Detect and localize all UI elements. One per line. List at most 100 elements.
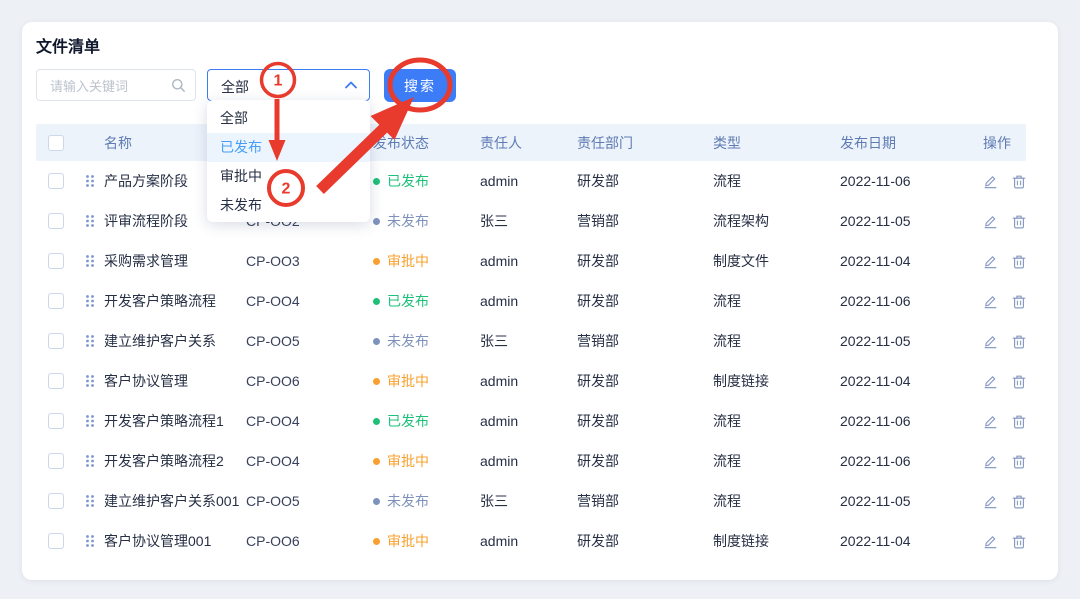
doc-date: 2022-11-04: [840, 253, 983, 269]
doc-code: CP-OO4: [246, 293, 373, 309]
status-badge: 审批中: [373, 531, 480, 551]
select-all-checkbox[interactable]: [48, 135, 64, 151]
search-input[interactable]: [48, 70, 172, 102]
drag-handle-icon[interactable]: [85, 214, 95, 228]
edit-icon[interactable]: [983, 214, 998, 229]
drag-handle-icon[interactable]: [85, 494, 95, 508]
drag-handle-icon[interactable]: [85, 534, 95, 548]
row-checkbox[interactable]: [48, 213, 64, 229]
doc-person: admin: [480, 413, 577, 429]
doc-name: 开发客户策略流程2: [104, 451, 246, 471]
row-checkbox[interactable]: [48, 253, 64, 269]
doc-name: 客户协议管理001: [104, 531, 246, 551]
edit-icon[interactable]: [983, 174, 998, 189]
row-checkbox[interactable]: [48, 293, 64, 309]
doc-person: admin: [480, 173, 577, 189]
row-checkbox[interactable]: [48, 533, 64, 549]
row-checkbox[interactable]: [48, 493, 64, 509]
drag-handle-icon[interactable]: [85, 294, 95, 308]
doc-date: 2022-11-04: [840, 533, 983, 549]
doc-type: 流程: [713, 451, 840, 471]
delete-icon[interactable]: [1012, 334, 1026, 349]
table-header: 名称 发布状态 责任人 责任部门 类型 发布日期 操作: [36, 124, 1026, 161]
doc-person: admin: [480, 253, 577, 269]
status-label: 已发布: [387, 411, 429, 431]
chevron-up-icon: [345, 81, 357, 89]
status-badge: 已发布: [373, 291, 480, 311]
table-body: 产品方案阶段 已发布 admin 研发部 流程 2022-11-06: [36, 161, 1026, 561]
delete-icon[interactable]: [1012, 534, 1026, 549]
drag-handle-icon[interactable]: [85, 374, 95, 388]
doc-dept: 研发部: [577, 291, 713, 311]
dropdown-option-approving[interactable]: 审批中: [207, 162, 370, 191]
delete-icon[interactable]: [1012, 374, 1026, 389]
status-dot-icon: [373, 178, 380, 185]
status-badge: 未发布: [373, 331, 480, 351]
status-filter-select[interactable]: 全部: [207, 69, 370, 101]
drag-handle-icon[interactable]: [85, 414, 95, 428]
edit-icon[interactable]: [983, 454, 998, 469]
status-badge: 审批中: [373, 371, 480, 391]
doc-person: 张三: [480, 331, 577, 351]
doc-name: 客户协议管理: [104, 371, 246, 391]
delete-icon[interactable]: [1012, 174, 1026, 189]
header-ops: 操作: [983, 133, 1026, 153]
doc-person: admin: [480, 373, 577, 389]
doc-type: 流程: [713, 491, 840, 511]
dropdown-option-all[interactable]: 全部: [207, 104, 370, 133]
status-label: 未发布: [387, 491, 429, 511]
doc-dept: 研发部: [577, 411, 713, 431]
drag-handle-icon[interactable]: [85, 454, 95, 468]
row-checkbox[interactable]: [48, 173, 64, 189]
doc-date: 2022-11-06: [840, 413, 983, 429]
status-dot-icon: [373, 538, 380, 545]
delete-icon[interactable]: [1012, 414, 1026, 429]
row-checkbox[interactable]: [48, 333, 64, 349]
doc-code: CP-OO6: [246, 373, 373, 389]
doc-dept: 营销部: [577, 491, 713, 511]
doc-type: 流程: [713, 171, 840, 191]
search-button[interactable]: 搜索: [384, 69, 456, 102]
drag-handle-icon[interactable]: [85, 254, 95, 268]
doc-type: 制度文件: [713, 251, 840, 271]
status-dot-icon: [373, 298, 380, 305]
header-dept: 责任部门: [577, 133, 713, 153]
delete-icon[interactable]: [1012, 294, 1026, 309]
header-type: 类型: [713, 133, 840, 153]
row-checkbox[interactable]: [48, 453, 64, 469]
page-title: 文件清单: [36, 33, 100, 57]
delete-icon[interactable]: [1012, 494, 1026, 509]
table-row: 建立维护客户关系 CP-OO5 未发布 张三 营销部 流程 2022-11-05: [36, 321, 1026, 361]
row-checkbox[interactable]: [48, 413, 64, 429]
status-label: 已发布: [387, 291, 429, 311]
row-checkbox[interactable]: [48, 373, 64, 389]
edit-icon[interactable]: [983, 334, 998, 349]
status-dot-icon: [373, 218, 380, 225]
status-label: 审批中: [387, 251, 429, 271]
edit-icon[interactable]: [983, 414, 998, 429]
status-filter-value: 全部: [221, 77, 249, 97]
drag-handle-icon[interactable]: [85, 334, 95, 348]
delete-icon[interactable]: [1012, 214, 1026, 229]
doc-dept: 营销部: [577, 331, 713, 351]
edit-icon[interactable]: [983, 374, 998, 389]
doc-date: 2022-11-05: [840, 333, 983, 349]
status-badge: 未发布: [373, 491, 480, 511]
status-dot-icon: [373, 378, 380, 385]
edit-icon[interactable]: [983, 534, 998, 549]
doc-dept: 研发部: [577, 371, 713, 391]
doc-date: 2022-11-05: [840, 493, 983, 509]
delete-icon[interactable]: [1012, 454, 1026, 469]
dropdown-option-published[interactable]: 已发布: [207, 133, 370, 162]
edit-icon[interactable]: [983, 294, 998, 309]
delete-icon[interactable]: [1012, 254, 1026, 269]
edit-icon[interactable]: [983, 254, 998, 269]
dropdown-option-unpublished[interactable]: 未发布: [207, 191, 370, 220]
doc-dept: 研发部: [577, 251, 713, 271]
doc-type: 制度链接: [713, 371, 840, 391]
edit-icon[interactable]: [983, 494, 998, 509]
doc-code: CP-OO5: [246, 493, 373, 509]
doc-person: admin: [480, 293, 577, 309]
doc-name: 采购需求管理: [104, 251, 246, 271]
drag-handle-icon[interactable]: [85, 174, 95, 188]
